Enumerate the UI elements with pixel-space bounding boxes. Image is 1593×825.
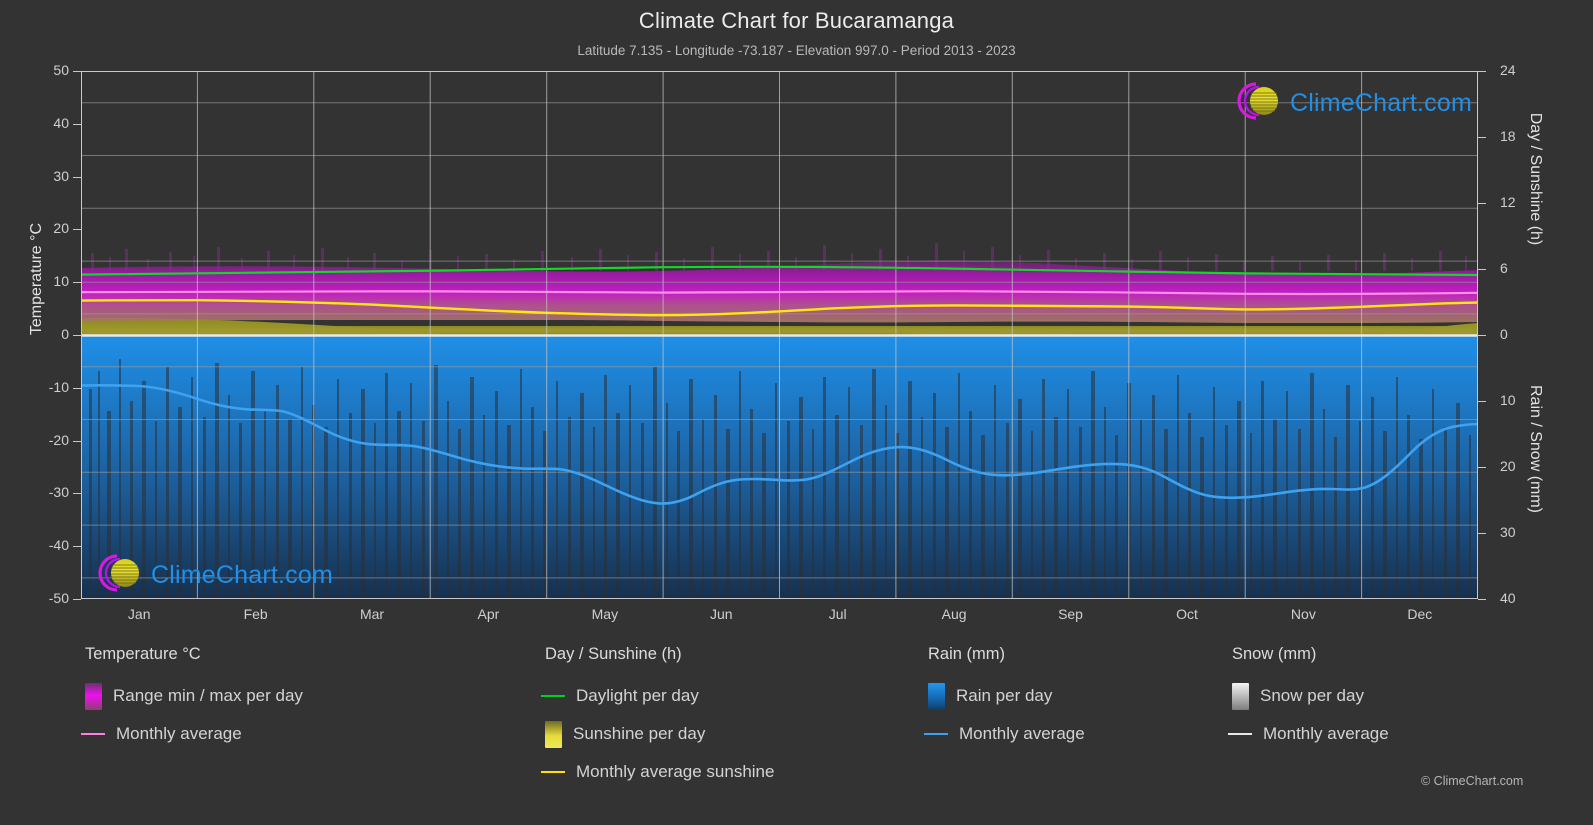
y-axis-right-tickmark bbox=[1478, 137, 1486, 138]
legend-item[interactable]: Range min / max per day bbox=[85, 677, 303, 715]
legend-item-label: Rain per day bbox=[956, 686, 1053, 705]
climechart-logo-text: ClimeChart.com bbox=[1290, 89, 1472, 117]
x-axis-tick-apr: Apr bbox=[477, 606, 500, 622]
x-axis-tick-sep: Sep bbox=[1058, 606, 1083, 622]
climechart-logo-top: ClimeChart.com bbox=[1232, 80, 1472, 127]
legend-group-snow: Snow (mm) Snow per day Monthly average bbox=[1228, 645, 1389, 753]
y-axis-left-tickmark bbox=[73, 335, 81, 336]
legend-item[interactable]: Rain per day bbox=[928, 677, 1085, 715]
x-axis-tick-aug: Aug bbox=[941, 606, 967, 622]
legend-heading-rain: Rain (mm) bbox=[928, 645, 1005, 663]
x-axis-tick-feb: Feb bbox=[243, 606, 268, 622]
legend-line-icon bbox=[541, 695, 565, 697]
y-axis-left-tickmark bbox=[73, 229, 81, 231]
legend-line-icon bbox=[924, 733, 948, 735]
legend-swatch-icon bbox=[545, 720, 562, 748]
y-axis-left-tick: -30 bbox=[48, 484, 69, 501]
page-title: Climate Chart for Bucaramanga bbox=[638, 8, 955, 33]
y-axis-left-tick: -20 bbox=[48, 431, 69, 448]
legend-line-icon bbox=[541, 771, 565, 773]
legend-group-rain: Rain (mm) Rain per day Monthly average bbox=[924, 645, 1085, 753]
legend-item-label: Monthly average bbox=[1263, 724, 1389, 743]
copyright-notice: © ClimeChart.com bbox=[1421, 774, 1524, 788]
legend-heading-temperature: Temperature °C bbox=[85, 645, 201, 663]
y-axis-left-tickmark bbox=[73, 599, 81, 600]
legend-item[interactable]: Monthly average sunshine bbox=[541, 753, 775, 791]
climechart-logo-bottom: ClimeChart.com bbox=[93, 552, 333, 599]
x-axis-tick-nov: Nov bbox=[1290, 606, 1316, 622]
legend-item[interactable]: Daylight per day bbox=[541, 677, 774, 715]
y-axis-left-tickmark bbox=[73, 546, 81, 548]
legend-line-icon bbox=[1228, 733, 1252, 735]
y-axis-left-tickmark bbox=[73, 176, 81, 178]
y-axis-right-tick: 40 bbox=[1500, 590, 1516, 606]
y-axis-right-tick: 0 bbox=[1500, 326, 1508, 342]
y-axis-right-tickmark bbox=[1478, 599, 1486, 600]
legend-heading-snow: Snow (mm) bbox=[1232, 645, 1317, 663]
x-axis-tick-mar: Mar bbox=[359, 606, 385, 622]
y-axis-left-tickmark bbox=[73, 493, 81, 495]
climate-chart-plot bbox=[81, 71, 1478, 599]
y-axis-right-tickmark bbox=[1478, 203, 1486, 204]
legend-item[interactable]: Monthly average bbox=[924, 715, 1085, 753]
y-axis-right-tickmark bbox=[1478, 71, 1486, 72]
y-axis-right-tickmark bbox=[1478, 467, 1486, 468]
x-axis-tick-jan: Jan bbox=[127, 606, 151, 622]
x-axis-tick-may: May bbox=[591, 606, 619, 622]
y-axis-right-tickmark bbox=[1478, 335, 1486, 336]
y-axis-left-tickmark bbox=[73, 71, 81, 72]
y-axis-right-tickmark bbox=[1478, 401, 1486, 402]
y-axis-left-tickmark bbox=[73, 387, 81, 389]
y-axis-left-tick: 50 bbox=[53, 62, 69, 78]
chart-layers bbox=[81, 71, 1478, 599]
climechart-logo-icon bbox=[1232, 80, 1284, 127]
chart-legend: Temperature °C Range min / max per day Mon… bbox=[0, 645, 1593, 815]
y-axis-left-tickmark bbox=[73, 282, 81, 284]
legend-item[interactable]: Monthly average bbox=[81, 715, 303, 753]
legend-swatch-icon bbox=[928, 682, 945, 710]
legend-group-sunshine: Day / Sunshine (h) Daylight per day Sunshi… bbox=[541, 645, 775, 791]
y-axis-right-tick: 6 bbox=[1500, 260, 1508, 276]
legend-item-label: Daylight per day bbox=[576, 686, 699, 705]
y-axis-left-tickmark bbox=[73, 123, 81, 125]
legend-item[interactable]: Sunshine per day bbox=[545, 715, 774, 753]
y-axis-left-tick: -50 bbox=[48, 590, 69, 606]
x-axis-tick-jul: Jul bbox=[828, 606, 847, 622]
y-axis-left-title: Temperature °C bbox=[28, 222, 45, 336]
x-axis-tick-jun: Jun bbox=[709, 606, 733, 622]
y-axis-left-tickmark bbox=[73, 440, 81, 442]
y-axis-right-tick: 24 bbox=[1500, 62, 1516, 78]
legend-item[interactable]: Snow per day bbox=[1232, 677, 1389, 715]
x-axis-tick-oct: Oct bbox=[1176, 606, 1198, 622]
y-axis-right-tickmark bbox=[1478, 269, 1486, 270]
legend-swatch-icon bbox=[85, 682, 102, 710]
climechart-logo-text: ClimeChart.com bbox=[151, 561, 333, 589]
legend-item-label: Monthly average bbox=[959, 724, 1085, 743]
legend-line-icon bbox=[81, 733, 105, 735]
legend-item-label: Sunshine per day bbox=[573, 724, 706, 743]
y-axis-right-tickmark bbox=[1478, 533, 1486, 534]
legend-item-label: Monthly average bbox=[116, 724, 242, 743]
legend-item-label: Snow per day bbox=[1260, 686, 1364, 705]
climechart-logo-icon bbox=[93, 552, 145, 599]
y-axis-left-tick: 40 bbox=[53, 114, 69, 131]
page-subtitle: Latitude 7.135 - Longitude -73.187 - Ele… bbox=[577, 43, 1016, 58]
legend-item-label: Monthly average sunshine bbox=[576, 762, 775, 781]
legend-swatch-icon bbox=[1232, 682, 1249, 710]
legend-item-label: Range min / max per day bbox=[113, 686, 303, 705]
x-axis-tick-dec: Dec bbox=[1407, 606, 1433, 622]
legend-item[interactable]: Monthly average bbox=[1228, 715, 1389, 753]
y-axis-right-bottom-title: Rain / Snow (mm) bbox=[1527, 384, 1544, 514]
legend-heading-sunshine: Day / Sunshine (h) bbox=[545, 645, 682, 663]
legend-group-temperature: Temperature °C Range min / max per day Mon… bbox=[81, 645, 303, 753]
y-axis-right-top-title: Day / Sunshine (h) bbox=[1527, 112, 1544, 246]
y-axis-left-tick: -40 bbox=[48, 537, 69, 554]
